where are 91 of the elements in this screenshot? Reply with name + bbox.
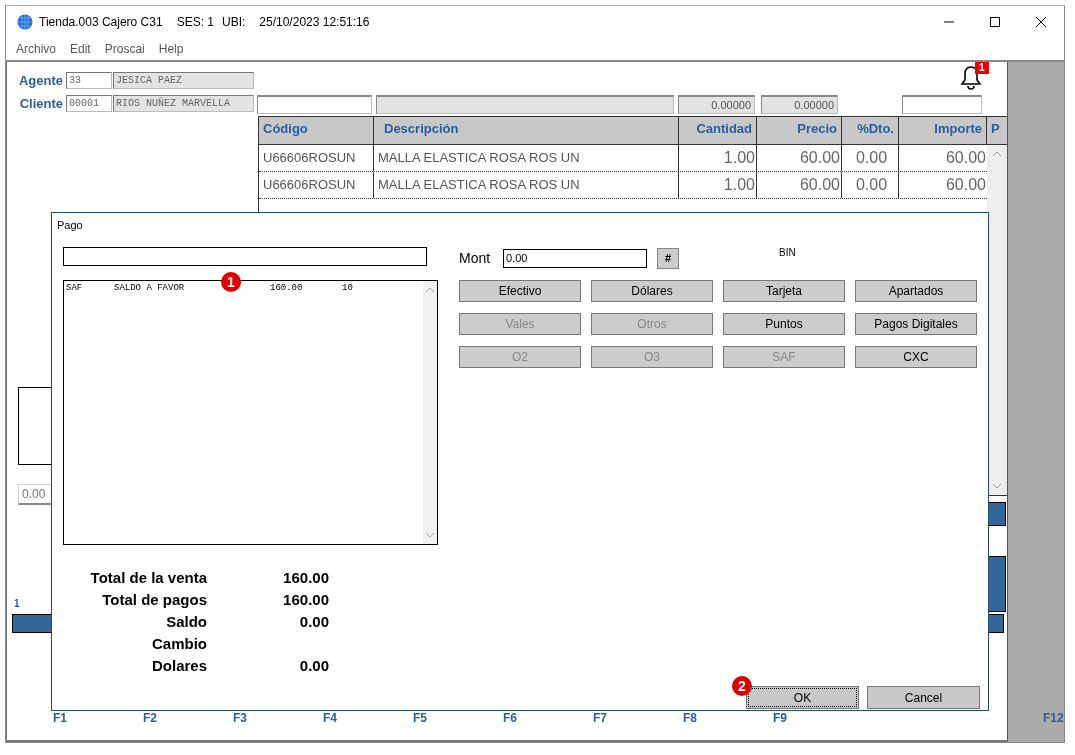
menu-item[interactable]: Archivo: [16, 42, 56, 56]
list-cell-text: SALDO A FAVOR: [114, 283, 186, 293]
payment-button[interactable]: Tarjeta: [723, 280, 845, 302]
payment-button[interactable]: Apartados: [855, 280, 977, 302]
input-field[interactable]: 0.00000: [678, 94, 755, 114]
list-cell: 10: [342, 283, 353, 293]
total-value: 160.00: [282, 569, 329, 587]
input-field[interactable]: [902, 94, 982, 114]
scroll-up-icon[interactable]: [992, 151, 1002, 157]
client-code-field[interactable]: 00001: [66, 95, 112, 112]
function-key-label: F7: [593, 711, 608, 725]
total-value: 160.00: [282, 591, 329, 609]
function-key-label: F3: [233, 711, 248, 725]
payment-button[interactable]: CXC: [855, 346, 977, 368]
payment-button[interactable]: Dólares: [591, 280, 713, 302]
client-name-field[interactable]: RIOS NUÑEZ MARVELLA: [113, 95, 254, 112]
window-title: Tienda.003 Cajero C31: [39, 15, 163, 29]
table-cell: U66606ROSUN: [259, 172, 374, 198]
total-label: Dolares: [150, 657, 207, 675]
maximize-icon[interactable]: [990, 17, 1000, 27]
window-title: 25/10/2023 12:51:16: [259, 15, 370, 29]
list-cell-text: 160.00: [270, 283, 304, 293]
payment-button[interactable]: Puntos: [723, 313, 845, 335]
total-label: Total de pagos: [101, 591, 207, 609]
table-cell: 60.00: [757, 172, 842, 198]
input-field[interactable]: 0.00000: [761, 94, 838, 114]
list-cell-text: SAF: [66, 283, 84, 293]
function-key-label: F1: [53, 711, 68, 725]
column-header: Importe: [899, 117, 987, 144]
payment-button[interactable]: Pagos Digitales: [855, 313, 977, 335]
table-cell-text: 60.00: [944, 148, 987, 168]
function-key-label: F9: [773, 711, 788, 725]
bin-label: BIN: [779, 247, 796, 258]
field-label: Cliente: [18, 96, 63, 111]
step-badge: 2: [732, 676, 752, 696]
table-cell: 0.00: [842, 172, 899, 198]
menu-item[interactable]: Edit: [70, 42, 91, 56]
total-label: Saldo: [165, 613, 207, 631]
menu-item[interactable]: Proscai: [104, 42, 145, 56]
window-title: SES: 1: [176, 15, 214, 29]
globe-icon: [17, 14, 33, 30]
field-label: Agente: [17, 73, 63, 88]
column-header: %Dto.: [842, 117, 899, 144]
window-title: UBI:: [222, 15, 246, 29]
column-header: Precio: [757, 117, 842, 144]
scroll-down-icon[interactable]: [425, 532, 435, 538]
table-cell: 1.00: [679, 145, 757, 171]
column-header: Código: [259, 117, 374, 144]
column-header: P: [990, 120, 1001, 138]
function-key-label: F5: [413, 711, 428, 725]
number-button[interactable]: #: [657, 247, 679, 269]
amount-field[interactable]: 0.00: [503, 248, 647, 268]
column-header: Cantidad: [679, 117, 757, 144]
menu-item[interactable]: Help: [158, 42, 184, 56]
agent-name-field[interactable]: JESICA PAEZ: [113, 72, 254, 89]
table-cell: U66606ROSUN: [259, 145, 374, 171]
total-value: 0.00: [298, 613, 329, 631]
step-badge: 1: [221, 272, 241, 292]
field-label: Mont: [459, 250, 492, 266]
close-icon[interactable]: [1036, 17, 1046, 27]
column-header: Descripción: [374, 117, 679, 144]
input-field[interactable]: [63, 247, 427, 266]
total-value: 0.00: [298, 657, 329, 675]
table-cell: MALLA ELASTICA ROSA ROS UN: [374, 145, 679, 171]
total-label: Cambio: [151, 635, 207, 653]
payment-button[interactable]: Efectivo: [459, 280, 581, 302]
dialog-title: Pago: [56, 218, 84, 233]
scroll-down-icon[interactable]: [992, 483, 1002, 489]
cancel-button[interactable]: Cancel: [867, 686, 980, 709]
counter-label: 1: [14, 598, 20, 609]
scrollbar[interactable]: [987, 145, 1007, 495]
function-key-label: F6: [503, 711, 518, 725]
notification-badge: 1: [975, 62, 989, 74]
function-key-label: F4: [323, 711, 338, 725]
table-cell: 60.00: [757, 145, 842, 171]
input-field[interactable]: [257, 94, 372, 114]
input-field[interactable]: [376, 94, 674, 114]
table-cell: 1.00: [679, 172, 757, 198]
total-label: Total de la venta: [89, 569, 207, 587]
status-bar: [12, 614, 54, 633]
scrollbar[interactable]: [423, 281, 437, 544]
agent-code-field[interactable]: 33: [66, 72, 112, 89]
table-cell-text: 60.00: [944, 175, 987, 195]
table-cell: 0.00: [842, 145, 899, 171]
ok-button[interactable]: OK: [746, 686, 859, 709]
function-key-label: F2: [143, 711, 158, 725]
bell-icon[interactable]: [959, 64, 983, 90]
table-cell: MALLA ELASTICA ROSA ROS UN: [374, 172, 679, 198]
function-key-label: F8: [683, 711, 698, 725]
function-key-label: F12: [1043, 711, 1064, 725]
scroll-up-icon[interactable]: [425, 287, 435, 293]
